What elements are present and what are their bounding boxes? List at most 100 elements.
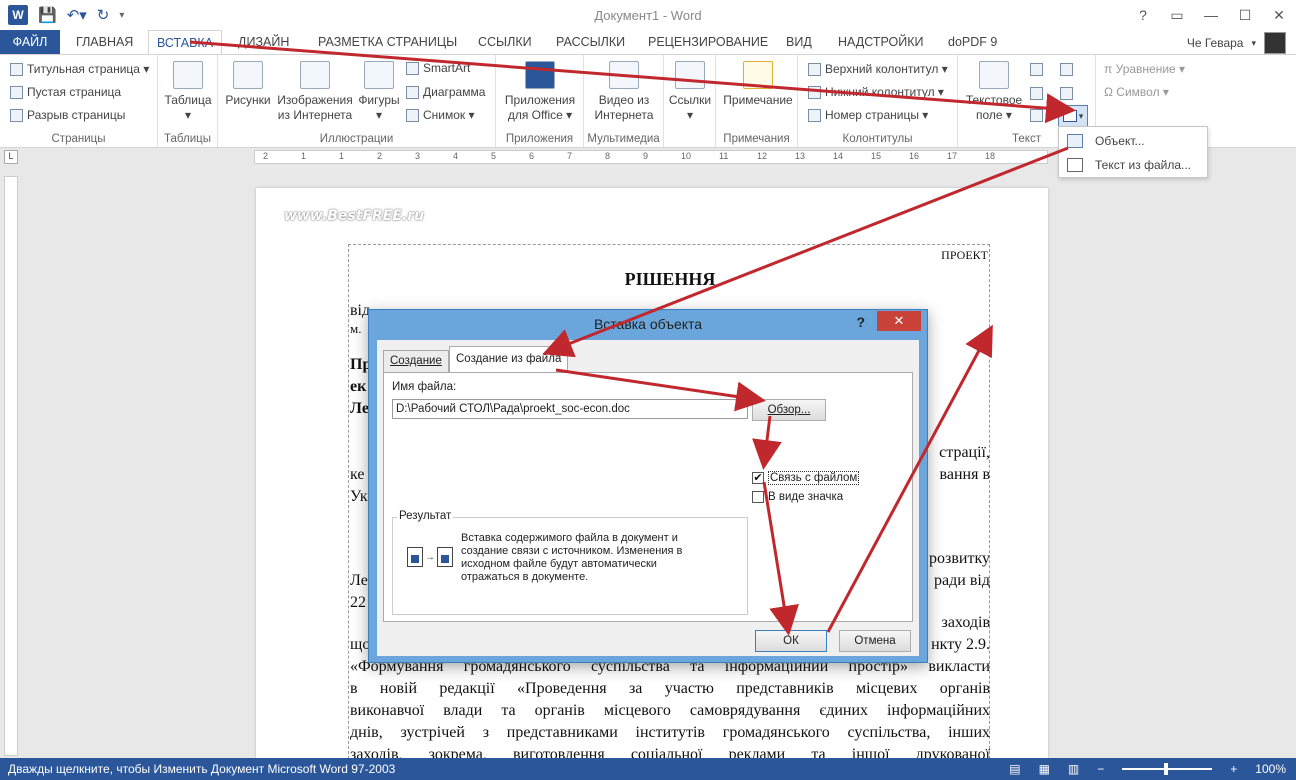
minimize-button[interactable]: — <box>1194 0 1228 30</box>
group-links: Ссылки ▾ <box>664 55 716 147</box>
page-number-icon <box>808 108 821 122</box>
doc-text-line: 22 <box>350 594 366 611</box>
tab-page-layout[interactable]: РАЗМЕТКА СТРАНИЦЫ <box>310 30 465 54</box>
insert-object-dialog: Вставка объекта ? ✕ Создание Создание из… <box>368 309 928 663</box>
ruler-tick-label: 13 <box>795 151 806 161</box>
chevron-down-icon: ▾ <box>686 108 694 122</box>
dialog-close-button[interactable]: ✕ <box>877 311 921 331</box>
header-button[interactable]: Верхний колонтитул ▾ <box>808 62 948 76</box>
menu-item-text-from-file[interactable]: Текст из файла... <box>1059 153 1207 177</box>
filename-input[interactable]: D:\Рабочий СТОЛ\Рада\proekt_soc-econ.doc <box>392 399 748 419</box>
text-box-button[interactable]: Текстовое поле ▾ <box>962 61 1026 123</box>
print-layout-icon[interactable]: ▦ <box>1039 758 1050 780</box>
cover-page-button[interactable]: Титульная страница ▾ <box>10 62 149 76</box>
dialog-help-button[interactable]: ? <box>856 314 865 330</box>
user-account[interactable]: Че Гевара ▾ <box>1187 32 1286 54</box>
ruler-tick-label: 8 <box>605 151 611 161</box>
chart-button[interactable]: Диаграмма <box>406 85 485 99</box>
shapes-button[interactable]: Фигуры ▾ <box>356 61 402 123</box>
zoom-level[interactable]: 100% <box>1255 758 1286 780</box>
vertical-ruler[interactable] <box>4 176 18 756</box>
comment-button[interactable]: Примечание <box>720 61 796 108</box>
browse-button[interactable]: Обзор... <box>752 399 826 421</box>
arrow-right-icon: → <box>425 551 435 563</box>
online-pictures-label-1: Изображения <box>277 93 353 107</box>
tab-references[interactable]: ССЫЛКИ <box>470 30 540 54</box>
document-icon <box>407 547 423 567</box>
menu-item-object[interactable]: Объект... <box>1059 129 1207 153</box>
maximize-button[interactable]: ☐ <box>1228 0 1262 30</box>
screenshot-button[interactable]: Снимок ▾ <box>406 108 475 122</box>
office-apps-label-1: Приложения <box>504 93 576 107</box>
checkbox-unchecked <box>752 491 764 503</box>
close-button[interactable]: ✕ <box>1262 0 1296 30</box>
group-headers: Верхний колонтитул ▾ Нижний колонтитул ▾… <box>798 55 958 147</box>
smartart-button[interactable]: SmartArt <box>406 61 470 75</box>
cancel-button[interactable]: Отмена <box>839 630 911 652</box>
office-apps-button[interactable]: Приложения для Office ▾ <box>502 61 578 123</box>
quick-parts-icon[interactable] <box>1030 63 1043 76</box>
object-button[interactable]: ▾ <box>1058 105 1088 127</box>
tab-selector[interactable]: L <box>4 150 18 164</box>
tab-create-from-file[interactable]: Создание из файла <box>449 346 569 373</box>
doc-text-line: ке <box>350 466 365 483</box>
group-label-apps: Приложения <box>505 133 574 145</box>
dialog-title: Вставка объекта <box>593 316 703 332</box>
online-video-label-2: Интернета <box>594 108 654 122</box>
doc-text-line: Ук <box>350 488 368 505</box>
table-button[interactable]: Таблица ▾ <box>162 61 214 123</box>
header-icon <box>808 62 821 76</box>
drop-cap-icon[interactable] <box>1030 109 1043 122</box>
pictures-button[interactable]: Рисунки <box>222 61 274 108</box>
doc-text-line: розвитку <box>929 550 990 567</box>
tab-dopdf[interactable]: doPDF 9 <box>940 30 1005 54</box>
tab-review[interactable]: РЕЦЕНЗИРОВАНИЕ <box>640 30 776 54</box>
tab-insert[interactable]: ВСТАВКА <box>148 30 223 55</box>
group-label-pages: Страницы <box>51 133 106 145</box>
result-box: Результат → Вставка содержимого файла в … <box>392 510 748 615</box>
page-break-button[interactable]: Разрыв страницы <box>10 108 125 122</box>
read-mode-icon[interactable]: ▤ <box>1009 758 1020 780</box>
display-as-icon-checkbox[interactable]: В виде значка <box>752 491 843 503</box>
tab-design[interactable]: ДИЗАЙН <box>230 30 297 54</box>
links-button[interactable]: Ссылки ▾ <box>666 61 714 123</box>
ok-button[interactable]: ОК <box>755 630 827 652</box>
ribbon-display-icon[interactable]: ▭ <box>1160 0 1194 30</box>
tab-file[interactable]: ФАЙЛ <box>0 30 60 54</box>
wordart-icon[interactable] <box>1030 87 1043 100</box>
doc-text-line: Ле <box>350 572 368 589</box>
symbol-button[interactable]: Ω Символ ▾ <box>1104 85 1169 99</box>
online-video-button[interactable]: Видео из Интернета <box>590 61 658 123</box>
tab-addins[interactable]: НАДСТРОЙКИ <box>830 30 932 54</box>
zoom-in-button[interactable]: + <box>1230 758 1237 780</box>
help-icon[interactable]: ? <box>1126 0 1160 30</box>
tab-home[interactable]: ГЛАВНАЯ <box>68 30 141 54</box>
blank-page-button[interactable]: Пустая страница <box>10 85 121 99</box>
tab-create-new[interactable]: Создание <box>383 350 449 372</box>
zoom-slider-thumb[interactable] <box>1164 763 1169 775</box>
equation-button[interactable]: π Уравнение ▾ <box>1104 62 1185 76</box>
horizontal-ruler[interactable]: 2 1 1 2 3 4 5 6 7 8 9 10 11 12 13 14 15 16 17 18 <box>254 150 1048 164</box>
doc-text-line: заходів, зокрема, виготовлення соціально… <box>350 746 990 758</box>
tab-view[interactable]: ВИД <box>778 30 820 54</box>
zoom-slider[interactable] <box>1122 763 1213 775</box>
ruler-tick-label: 5 <box>491 151 497 161</box>
footer-button[interactable]: Нижний колонтитул ▾ <box>808 85 944 99</box>
store-icon <box>525 61 555 89</box>
footer-label: Нижний колонтитул ▾ <box>825 85 944 99</box>
zoom-out-button[interactable]: − <box>1097 758 1104 780</box>
doc-text-line: м. <box>350 321 362 336</box>
tab-mailings[interactable]: РАССЫЛКИ <box>548 30 633 54</box>
ruler-tick-label: 1 <box>301 151 307 161</box>
chevron-down-icon: ▾ <box>184 108 192 122</box>
object-dropdown-menu: Объект... Текст из файла... <box>1058 126 1208 178</box>
date-time-icon[interactable] <box>1060 87 1073 100</box>
object-icon <box>1067 134 1083 148</box>
group-label-headers: Колонтитулы <box>842 133 913 145</box>
page-number-button[interactable]: Номер страницы ▾ <box>808 108 928 122</box>
web-layout-icon[interactable]: ▥ <box>1068 758 1079 780</box>
doc-text-line: ек <box>350 378 367 395</box>
online-pictures-button[interactable]: Изображения из Интернета <box>274 61 356 123</box>
link-to-file-checkbox[interactable]: ✔ Связь с файлом <box>752 471 860 485</box>
signature-line-icon[interactable] <box>1060 63 1073 76</box>
